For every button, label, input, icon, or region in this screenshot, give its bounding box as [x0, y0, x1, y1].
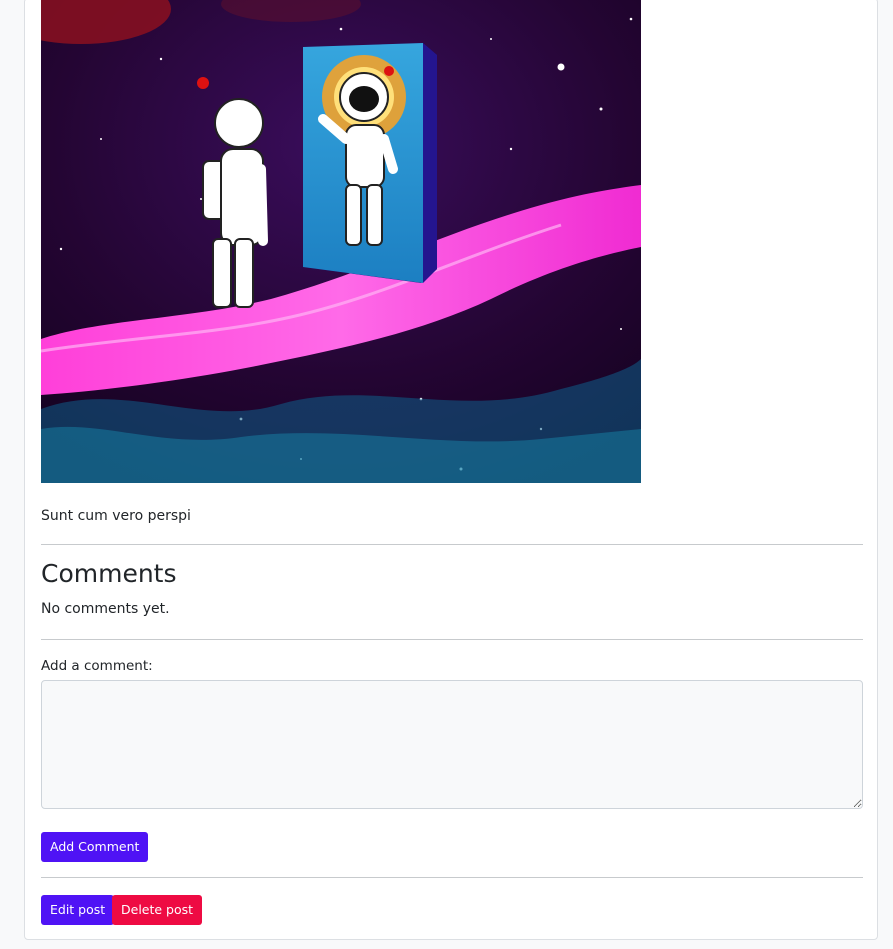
comment-label: Add a comment: — [41, 658, 153, 674]
delete-post-button[interactable]: Delete post — [112, 895, 203, 925]
add-comment-button[interactable]: Add Comment — [41, 832, 149, 862]
edit-post-button[interactable]: Edit post — [41, 895, 115, 925]
post-card: Sunt cum vero perspi Comments No comment… — [24, 0, 878, 940]
post-body: Sunt cum vero perspi — [41, 508, 191, 524]
space-illustration — [41, 0, 641, 483]
no-comments-text: No comments yet. — [41, 601, 170, 617]
divider — [41, 877, 863, 878]
post-image — [41, 0, 641, 483]
comment-textarea[interactable] — [41, 680, 863, 809]
divider — [41, 639, 863, 640]
comments-heading: Comments — [41, 559, 177, 588]
divider — [41, 544, 863, 545]
